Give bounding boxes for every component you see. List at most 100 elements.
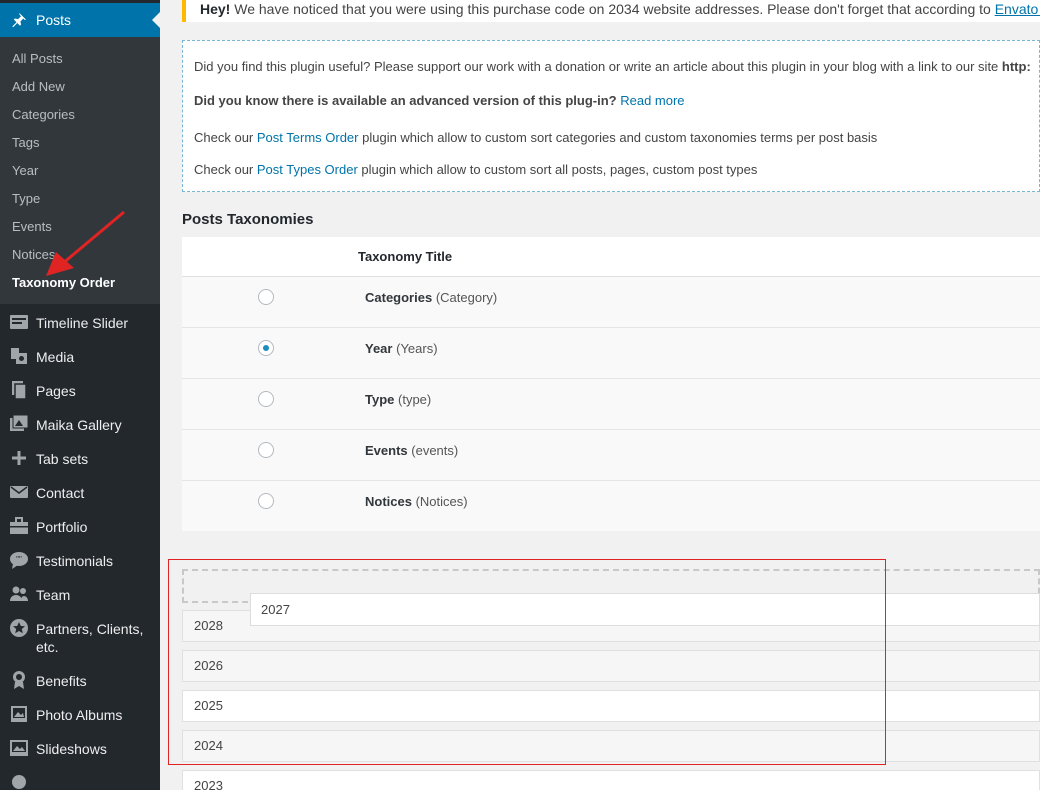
section-title: Posts Taxonomies xyxy=(182,211,314,228)
submenu-type[interactable]: Type xyxy=(12,191,40,206)
taxonomy-name: Notices xyxy=(365,494,412,509)
menu-item-team[interactable]: Team xyxy=(0,584,160,618)
menu-item-portfolio[interactable]: Portfolio xyxy=(0,516,160,550)
text: plugin which allow to custom sort catego… xyxy=(358,130,878,145)
advanced-version-text: Did you know there is available an advan… xyxy=(194,93,617,108)
info-line-terms-order: Check our Post Terms Order plugin which … xyxy=(194,130,877,145)
taxonomy-name: Year xyxy=(365,341,393,356)
annotation-highlight-box xyxy=(168,559,886,765)
taxonomy-slug: (Category) xyxy=(435,290,498,305)
taxonomy-radio[interactable] xyxy=(258,391,274,407)
portfolio-icon xyxy=(10,517,28,534)
submenu-all-posts[interactable]: All Posts xyxy=(12,51,63,66)
media-icon xyxy=(11,348,27,364)
license-notice: Hey! We have noticed that you were using… xyxy=(182,0,1040,22)
sortable-term-item[interactable]: 2023 xyxy=(182,770,1040,790)
menu-item-photo-albums[interactable]: Photo Albums xyxy=(0,704,160,738)
menu-item-contact[interactable]: Contact xyxy=(0,482,160,516)
plus-icon xyxy=(12,451,26,465)
taxonomy-row: Year (Years) xyxy=(182,328,1040,379)
read-more-link[interactable]: Read more xyxy=(620,93,684,108)
license-link[interactable]: Envato Standard Li xyxy=(995,1,1040,17)
menu-label: Pages xyxy=(36,383,76,399)
menu-label: Team xyxy=(36,587,71,603)
taxonomy-name: Events xyxy=(365,443,408,458)
current-menu-arrow xyxy=(152,12,160,28)
admin-sidebar: Posts All Posts Add New Categories Tags … xyxy=(0,0,160,790)
menu-label: Timeline Slider xyxy=(36,315,129,331)
taxonomy-radio[interactable] xyxy=(258,289,274,305)
taxonomy-label: Events (events) xyxy=(365,443,458,458)
info-line-advanced: Did you know there is available an advan… xyxy=(194,93,685,108)
taxonomies-table: Taxonomy Title Categories (Category) Yea… xyxy=(182,237,1040,531)
text: Check our xyxy=(194,162,257,177)
menu-item-partial[interactable] xyxy=(0,772,160,790)
taxonomy-slug: (Years) xyxy=(396,341,438,356)
menu-label: Benefits xyxy=(36,673,87,689)
slideshow-icon xyxy=(10,740,28,756)
menu-label: Portfolio xyxy=(36,519,88,535)
menu-item-pages[interactable]: Pages xyxy=(0,380,160,414)
menu-label: Maika Gallery xyxy=(36,417,122,433)
team-icon xyxy=(10,586,28,601)
taxonomy-radio[interactable] xyxy=(258,493,274,509)
info-line-donation: Did you find this plugin useful? Please … xyxy=(194,59,1031,74)
menu-label: Partners, Clients, etc. xyxy=(36,621,144,655)
taxonomy-radio[interactable] xyxy=(258,442,274,458)
submenu-tags[interactable]: Tags xyxy=(12,135,39,150)
taxonomy-label: Type (type) xyxy=(365,392,431,407)
taxonomy-slug: (events) xyxy=(411,443,459,458)
table-header: Taxonomy Title xyxy=(182,237,1040,277)
menu-item-posts[interactable]: Posts xyxy=(0,3,160,37)
taxonomy-row: Notices (Notices) xyxy=(182,481,1040,532)
text: Check our xyxy=(194,130,257,145)
star-icon xyxy=(10,619,28,637)
menu-item-media[interactable]: Media xyxy=(0,346,160,380)
menu-item-testimonials[interactable]: "" Testimonials xyxy=(0,550,160,584)
column-header-taxonomy-title: Taxonomy Title xyxy=(358,249,453,264)
menu-label-posts: Posts xyxy=(36,12,72,28)
menu-label: Slideshows xyxy=(36,741,107,757)
post-types-order-link[interactable]: Post Types Order xyxy=(257,162,358,177)
menu-item-tab-sets[interactable]: Tab sets xyxy=(0,448,160,482)
menu-item-benefits[interactable]: Benefits xyxy=(0,670,160,704)
text: plugin which allow to custom sort all po… xyxy=(357,162,758,177)
timeline-icon xyxy=(10,315,28,329)
menu-item-partners[interactable]: Partners, Clients, etc. xyxy=(0,618,160,660)
mail-icon xyxy=(10,486,28,498)
submenu-year[interactable]: Year xyxy=(12,163,38,178)
menu-item-slideshows[interactable]: Slideshows xyxy=(0,738,160,772)
menu-label: Tab sets xyxy=(36,451,89,467)
submenu-add-new[interactable]: Add New xyxy=(12,79,65,94)
menu-label: Testimonials xyxy=(36,553,114,569)
photo-icon xyxy=(11,706,27,722)
taxonomy-row: Events (events) xyxy=(182,430,1040,481)
testimonials-icon: "" xyxy=(10,552,28,569)
taxonomy-slug: (type) xyxy=(398,392,432,407)
taxonomy-label: Categories (Category) xyxy=(365,290,497,305)
menu-label: Media xyxy=(36,349,75,365)
taxonomy-label: Notices (Notices) xyxy=(365,494,468,509)
donation-text: Did you find this plugin useful? Please … xyxy=(194,59,1002,74)
taxonomy-row: Type (type) xyxy=(182,379,1040,430)
annotation-arrow xyxy=(46,210,125,276)
menu-icon xyxy=(12,775,26,789)
taxonomy-row: Categories (Category) xyxy=(182,277,1040,328)
taxonomy-name: Type xyxy=(365,392,395,407)
site-url: http: xyxy=(1001,59,1031,74)
taxonomy-name: Categories xyxy=(365,290,433,305)
gallery-icon xyxy=(10,414,29,431)
notice-text: We have noticed that you were using this… xyxy=(230,1,995,17)
menu-item-maika-gallery[interactable]: Maika Gallery xyxy=(0,414,160,448)
submenu-categories[interactable]: Categories xyxy=(12,107,75,122)
info-line-types-order: Check our Post Types Order plugin which … xyxy=(194,162,757,177)
menu-label: Contact xyxy=(36,485,85,501)
taxonomy-radio[interactable] xyxy=(258,340,274,356)
taxonomy-label: Year (Years) xyxy=(365,341,438,356)
pin-icon xyxy=(12,12,27,28)
menu-item-timeline-slider[interactable]: Timeline Slider xyxy=(0,312,160,346)
svg-text:"": "" xyxy=(16,555,22,564)
post-terms-order-link[interactable]: Post Terms Order xyxy=(257,130,359,145)
award-icon xyxy=(13,671,25,689)
plugin-info-box: Did you find this plugin useful? Please … xyxy=(182,40,1040,192)
